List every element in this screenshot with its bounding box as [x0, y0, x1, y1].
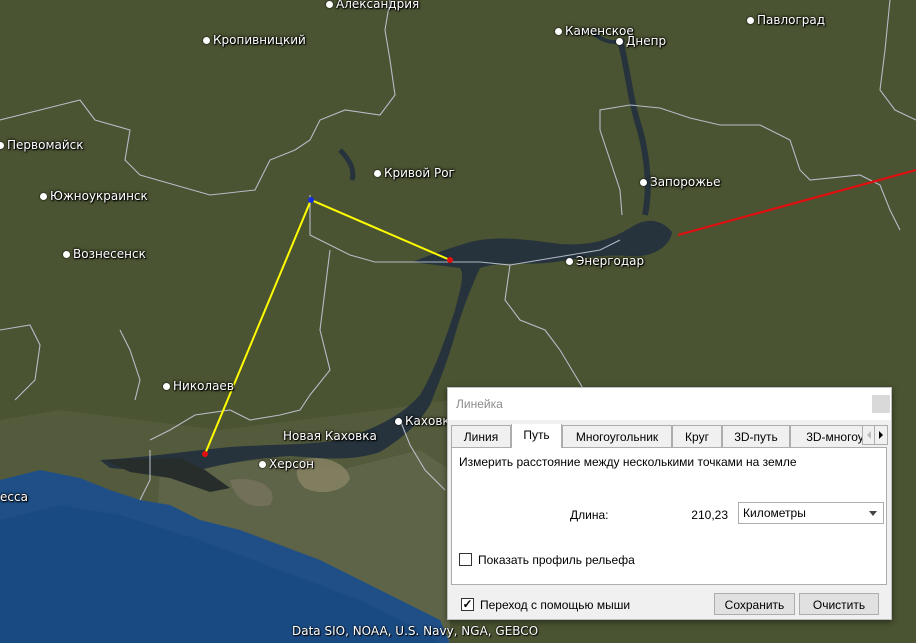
- unit-select-value: Километры: [743, 506, 806, 520]
- city-label: Запорожье: [650, 175, 721, 189]
- city-label: Каховк: [405, 414, 450, 428]
- chevron-right-icon: [879, 431, 883, 439]
- tab-path[interactable]: Путь: [511, 424, 562, 448]
- city-dot-icon: [163, 382, 170, 390]
- tab-panel-path: Измерить расстояние между несколькими то…: [451, 447, 887, 585]
- mouse-nav-label: Переход с помощью мыши: [480, 598, 631, 612]
- city-dot-icon: [640, 178, 647, 186]
- close-icon[interactable]: [872, 395, 890, 413]
- city-dot-icon: [259, 460, 266, 468]
- city-dot-icon: [395, 417, 402, 425]
- city-label: Павлоград: [757, 13, 826, 27]
- ruler-dialog: Линейка Линия Путь Многоугольник Круг 3D…: [447, 387, 892, 620]
- city-aleksandriya[interactable]: Александрия: [326, 0, 419, 11]
- city-dot-icon: [616, 37, 623, 45]
- city-nikolaev[interactable]: Николаев: [163, 379, 234, 393]
- chevron-down-icon: [869, 511, 877, 516]
- city-dot-icon: [326, 0, 333, 8]
- tab-line[interactable]: Линия: [451, 425, 511, 447]
- city-label: Николаев: [173, 379, 234, 393]
- mouse-nav-checkbox[interactable]: ✓: [461, 598, 474, 611]
- city-dot-icon: [40, 192, 47, 200]
- city-label: Днепр: [626, 34, 667, 48]
- city-label: Первомайск: [7, 138, 84, 152]
- city-energodar[interactable]: Энергодар: [566, 254, 644, 268]
- length-label: Длина:: [570, 508, 609, 522]
- save-button[interactable]: Сохранить: [714, 593, 795, 615]
- city-dot-icon: [63, 250, 70, 258]
- clear-button[interactable]: Очистить: [799, 593, 879, 615]
- city-dot-icon: [747, 16, 754, 24]
- city-dot-icon: [0, 141, 4, 149]
- city-kakhovka[interactable]: Каховк: [395, 414, 450, 428]
- city-kherson[interactable]: Херсон: [259, 457, 314, 471]
- city-label: Южноукраинск: [50, 189, 148, 203]
- tab-polygon[interactable]: Многоугольник: [562, 425, 672, 447]
- city-nova-kakhovka[interactable]: Новая Каховка: [283, 429, 377, 443]
- length-value: 210,23: [691, 508, 728, 522]
- city-dot-icon: [566, 257, 573, 265]
- city-zaporozhye[interactable]: Запорожье: [640, 175, 720, 189]
- tab-circle[interactable]: Круг: [672, 425, 722, 447]
- city-dot-icon: [555, 27, 562, 35]
- city-label: Александрия: [336, 0, 420, 11]
- tab-3d-polygon[interactable]: 3D-многоу: [790, 425, 873, 447]
- city-label: Херсон: [269, 457, 315, 471]
- city-label: есса: [0, 490, 28, 504]
- show-profile-label: Показать профиль рельефа: [478, 553, 635, 567]
- map-attribution: Data SIO, NOAA, U.S. Navy, NGA, GEBCO: [292, 624, 539, 638]
- city-pavlograd[interactable]: Павлоград: [747, 13, 825, 27]
- tab-scroll-right-button[interactable]: [874, 425, 888, 445]
- city-dot-icon: [374, 169, 381, 177]
- city-yuzhnoukrainsk[interactable]: Южноукраинск: [40, 189, 148, 203]
- show-profile-checkbox[interactable]: [459, 553, 472, 566]
- tab-bar: Линия Путь Многоугольник Круг 3D-путь 3D…: [451, 424, 873, 448]
- dialog-titlebar[interactable]: Линейка: [448, 388, 891, 420]
- city-label: Вознесенск: [73, 247, 146, 261]
- city-pervomaysk[interactable]: Первомайск: [0, 138, 84, 152]
- city-label: Кривой Рог: [384, 166, 455, 180]
- city-dnepr[interactable]: Днепр: [616, 34, 666, 48]
- city-odessa[interactable]: есса: [0, 490, 28, 504]
- mode-description: Измерить расстояние между несколькими то…: [459, 455, 797, 469]
- city-dot-icon: [203, 36, 210, 44]
- dialog-title: Линейка: [456, 397, 503, 411]
- city-label: Энергодар: [576, 254, 645, 268]
- city-voznesensk[interactable]: Вознесенск: [63, 247, 146, 261]
- unit-select[interactable]: Километры: [738, 502, 884, 524]
- city-krivoy-rog[interactable]: Кривой Рог: [374, 166, 455, 180]
- city-kropivnitsky[interactable]: Кропивницкий: [203, 33, 306, 47]
- chevron-left-icon: [867, 431, 871, 439]
- city-label: Новая Каховка: [283, 429, 377, 443]
- tab-3d-path[interactable]: 3D-путь: [722, 425, 790, 447]
- city-label: Кропивницкий: [213, 33, 306, 47]
